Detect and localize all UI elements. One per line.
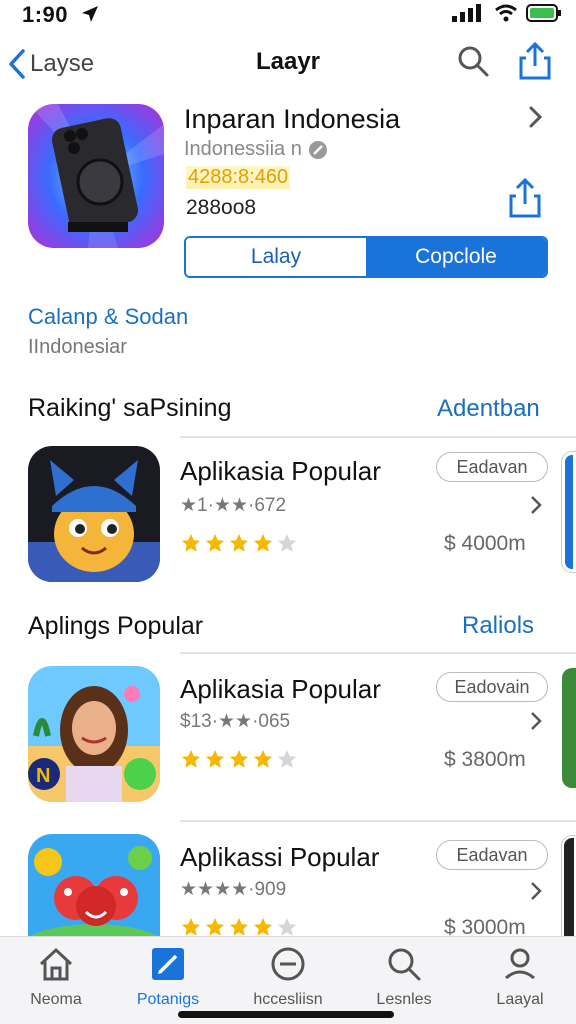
svg-text:N: N bbox=[36, 765, 50, 787]
divider bbox=[180, 820, 576, 822]
star-rating bbox=[180, 532, 298, 554]
get-button[interactable]: Eadavan bbox=[436, 452, 548, 482]
star-icon bbox=[229, 533, 249, 552]
list-item[interactable]: Aplikassi Popular ★★★★·909 Eadavan $ 300… bbox=[0, 832, 576, 936]
get-button[interactable]: Eadavan bbox=[436, 840, 548, 870]
status-time: 1:90 bbox=[22, 2, 69, 27]
get-button[interactable]: Eadovain bbox=[436, 672, 548, 702]
tab-label: Lesnles bbox=[376, 991, 432, 1008]
chevron-right-icon[interactable] bbox=[528, 494, 544, 516]
home-indicator bbox=[178, 1011, 394, 1018]
app-name: Aplikasia Popular bbox=[180, 456, 381, 486]
chevron-right-icon[interactable] bbox=[528, 880, 544, 902]
app-icon-portrait: N bbox=[28, 666, 160, 802]
house-icon bbox=[39, 947, 73, 981]
price-label: $ 3800m bbox=[444, 748, 526, 771]
chevron-right-icon[interactable] bbox=[528, 710, 544, 732]
rating-text: ★★★★·909 bbox=[180, 879, 287, 900]
battery-icon bbox=[526, 4, 561, 22]
segmented-control: Lalay Copclole bbox=[184, 236, 548, 278]
section-see-all-link[interactable]: Raliols bbox=[462, 612, 534, 640]
tab-search[interactable]: Lesnles bbox=[354, 946, 454, 1009]
app-name: Aplikassi Popular bbox=[180, 842, 380, 872]
tab-label: Neoma bbox=[30, 991, 82, 1008]
rating-text: ★1·★★·672 bbox=[180, 495, 287, 516]
star-icon bbox=[181, 749, 201, 768]
divider bbox=[180, 652, 576, 654]
star-empty-icon bbox=[277, 533, 297, 552]
share-icon[interactable] bbox=[508, 178, 542, 218]
tab-label: hccesliisn bbox=[253, 991, 323, 1008]
tab-label: Laayal bbox=[496, 991, 544, 1008]
app-number: 288oo8 bbox=[186, 196, 257, 219]
list-item[interactable]: N Aplikasia Popular $13·★★·065 Eadovain … bbox=[0, 664, 576, 808]
section-see-all-link[interactable]: Adentban bbox=[437, 395, 540, 423]
app-title: Inparan Indonesia bbox=[184, 104, 401, 134]
wifi-icon bbox=[495, 4, 517, 22]
star-icon bbox=[253, 917, 273, 936]
app-icon-cat-character bbox=[28, 446, 160, 582]
share-icon[interactable] bbox=[518, 42, 552, 80]
star-empty-icon bbox=[277, 917, 297, 936]
star-rating bbox=[180, 916, 298, 936]
person-icon bbox=[505, 948, 535, 980]
tab-label: Potanigs bbox=[136, 991, 200, 1008]
star-rating bbox=[180, 748, 298, 770]
star-icon bbox=[205, 533, 225, 552]
carousel-peek bbox=[562, 668, 576, 788]
star-icon bbox=[253, 749, 273, 768]
search-icon[interactable] bbox=[456, 44, 490, 78]
app-name: Aplikasia Popular bbox=[180, 674, 381, 704]
section-title: Raiking' saPsining bbox=[28, 394, 232, 422]
location-arrow-icon bbox=[82, 6, 98, 22]
carousel-peek bbox=[562, 452, 576, 572]
star-icon bbox=[181, 533, 201, 552]
rating-text: $13·★★·065 bbox=[180, 711, 291, 732]
carousel-peek bbox=[562, 836, 576, 936]
app-code: 4288:8:460 bbox=[186, 166, 291, 189]
status-icons bbox=[452, 4, 562, 22]
star-icon bbox=[229, 917, 249, 936]
divider bbox=[180, 436, 576, 438]
list-item[interactable]: Aplikasia Popular ★1·★★·672 Eadavan $ 40… bbox=[0, 444, 576, 588]
app-subtitle-row: Indonessiia n bbox=[184, 138, 328, 161]
category-link[interactable]: Calanp & Sodan bbox=[28, 304, 188, 330]
star-icon bbox=[181, 917, 201, 936]
app-subtitle: Indonessiia n bbox=[184, 138, 302, 160]
app-icon-emoji-game bbox=[28, 834, 160, 936]
star-icon bbox=[229, 749, 249, 768]
verified-icon bbox=[308, 140, 327, 159]
category-subtitle: IIndonesiar bbox=[28, 336, 127, 358]
segment-right-button[interactable]: Copclole bbox=[366, 238, 546, 276]
section-title: Aplings Popular bbox=[28, 612, 204, 640]
search-icon bbox=[388, 948, 421, 981]
star-empty-icon bbox=[277, 749, 297, 768]
star-icon bbox=[205, 749, 225, 768]
app-icon-phone bbox=[28, 104, 164, 248]
signal-icon bbox=[452, 4, 481, 22]
tab-updates[interactable]: hccesliisn bbox=[238, 946, 338, 1009]
navigation-bar: Layse Laayr bbox=[0, 36, 576, 92]
segment-left-button[interactable]: Lalay bbox=[186, 238, 366, 276]
status-bar: 1:90 bbox=[0, 0, 576, 28]
tab-account[interactable]: Laayal bbox=[470, 946, 570, 1009]
tab-home[interactable]: Neoma bbox=[6, 946, 106, 1009]
price-label: $ 3000m bbox=[444, 916, 526, 936]
tab-apps[interactable]: Potanigs bbox=[118, 946, 218, 1009]
edit-icon bbox=[152, 948, 184, 980]
minus-circle-icon bbox=[271, 947, 305, 981]
chevron-right-icon[interactable] bbox=[526, 104, 546, 130]
price-label: $ 4000m bbox=[444, 532, 526, 555]
star-icon bbox=[205, 917, 225, 936]
star-icon bbox=[253, 533, 273, 552]
